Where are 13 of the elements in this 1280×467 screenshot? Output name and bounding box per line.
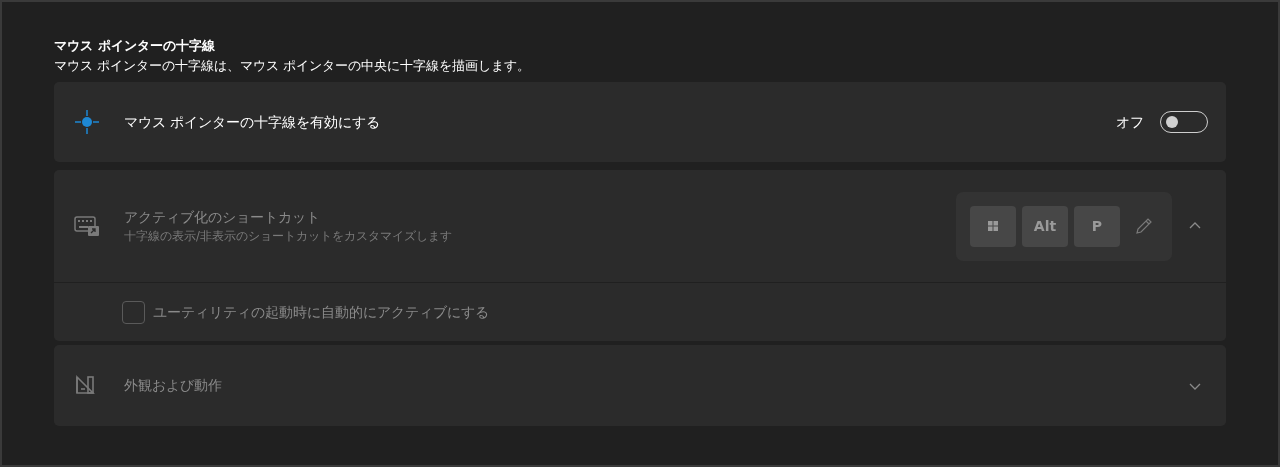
setting-title: アクティブ化のショートカット bbox=[124, 207, 321, 227]
keyboard-icon bbox=[74, 215, 100, 237]
crosshair-icon bbox=[74, 109, 100, 135]
setting-description: 十字線の表示/非表示のショートカットをカスタマイズします bbox=[124, 227, 452, 245]
checkbox-label: ユーティリティの起動時に自動的にアクティブにする bbox=[153, 302, 489, 322]
section-title: マウス ポインターの十字線 bbox=[54, 37, 216, 55]
section-description: マウス ポインターの十字線は、マウス ポインターの中央に十字線を描画します。 bbox=[54, 56, 532, 75]
toggle-state-label: オフ bbox=[1116, 112, 1144, 132]
setting-label: マウス ポインターの十字線を有効にする bbox=[124, 112, 381, 132]
key: Alt bbox=[1022, 205, 1068, 247]
windows-logo-icon bbox=[988, 221, 998, 231]
setting-title: 外観および動作 bbox=[124, 376, 222, 395]
key: P bbox=[1074, 205, 1120, 247]
